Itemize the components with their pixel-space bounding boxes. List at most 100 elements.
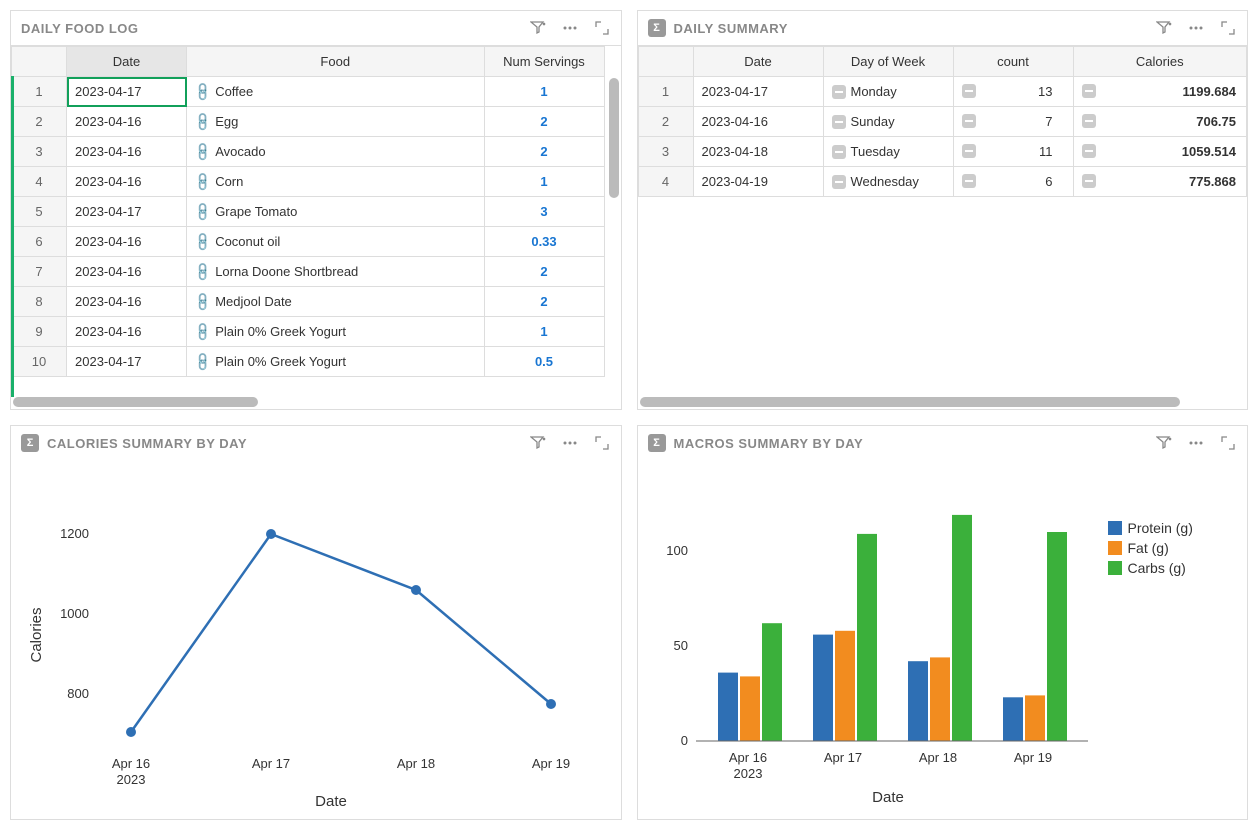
data-point[interactable] (266, 529, 276, 539)
bar-carbs[interactable] (857, 534, 877, 741)
col-calories[interactable]: Calories (1073, 47, 1247, 77)
table-row[interactable]: 72023-04-16🔗Lorna Doone Shortbread2 (12, 257, 621, 287)
cell-food[interactable]: 🔗Plain 0% Greek Yogurt (187, 317, 485, 347)
cell-dow[interactable]: Wednesday (823, 167, 953, 197)
cell-servings[interactable]: 2 (484, 287, 604, 317)
data-point[interactable] (411, 585, 421, 595)
table-row[interactable]: 102023-04-17🔗Plain 0% Greek Yogurt0.5 (12, 347, 621, 377)
cell-date[interactable]: 2023-04-19 (693, 167, 823, 197)
cell-count[interactable]: 6 (953, 167, 1073, 197)
bar-fat[interactable] (930, 657, 950, 741)
horizontal-scrollbar[interactable] (640, 397, 1180, 407)
cell-food[interactable]: 🔗Corn (187, 167, 485, 197)
macros-bar-chart[interactable]: 0 50 100 Apr 16 2023 Apr 17 Apr 18 Apr 1… (638, 460, 1248, 820)
bar-protein[interactable] (813, 635, 833, 741)
cell-food[interactable]: 🔗Grape Tomato (187, 197, 485, 227)
bar-carbs[interactable] (1047, 532, 1067, 741)
cell-date[interactable]: 2023-04-17 (67, 347, 187, 377)
cell-date[interactable]: 2023-04-17 (693, 77, 823, 107)
cell-servings[interactable]: 0.5 (484, 347, 604, 377)
more-icon[interactable] (1187, 19, 1205, 37)
expand-icon[interactable] (593, 19, 611, 37)
expand-icon[interactable] (1219, 19, 1237, 37)
cell-date[interactable]: 2023-04-16 (67, 167, 187, 197)
more-icon[interactable] (561, 434, 579, 452)
summary-table[interactable]: Date Day of Week count Calories 12023-04… (638, 45, 1248, 409)
data-point[interactable] (126, 727, 136, 737)
cell-date[interactable]: 2023-04-17 (67, 77, 187, 107)
horizontal-scrollbar[interactable] (13, 397, 258, 407)
col-date[interactable]: Date (693, 47, 823, 77)
bar-protein[interactable] (718, 673, 738, 741)
filter-icon[interactable] (529, 434, 547, 452)
cell-count[interactable]: 7 (953, 107, 1073, 137)
cell-servings[interactable]: 0.33 (484, 227, 604, 257)
cell-calories[interactable]: 775.868 (1073, 167, 1247, 197)
bar-protein[interactable] (1003, 697, 1023, 741)
filter-icon[interactable] (529, 19, 547, 37)
cell-servings[interactable]: 3 (484, 197, 604, 227)
cell-food[interactable]: 🔗Plain 0% Greek Yogurt (187, 347, 485, 377)
cell-date[interactable]: 2023-04-18 (693, 137, 823, 167)
bar-fat[interactable] (1025, 695, 1045, 741)
table-row[interactable]: 42023-04-16🔗Corn1 (12, 167, 621, 197)
bar-fat[interactable] (740, 676, 760, 741)
legend-item-protein[interactable]: Protein (g) (1108, 520, 1193, 536)
cell-calories[interactable]: 1059.514 (1073, 137, 1247, 167)
table-row[interactable]: 52023-04-17🔗Grape Tomato3 (12, 197, 621, 227)
table-row[interactable]: 32023-04-18Tuesday111059.514 (638, 137, 1247, 167)
legend-item-fat[interactable]: Fat (g) (1108, 540, 1193, 556)
col-date[interactable]: Date (67, 47, 187, 77)
expand-icon[interactable] (593, 434, 611, 452)
cell-servings[interactable]: 1 (484, 317, 604, 347)
table-row[interactable]: 82023-04-16🔗Medjool Date2 (12, 287, 621, 317)
expand-icon[interactable] (1219, 434, 1237, 452)
cell-date[interactable]: 2023-04-16 (67, 287, 187, 317)
food-log-table[interactable]: Date Food Num Servings 12023-04-17🔗Coffe… (11, 45, 621, 409)
col-food[interactable]: Food (187, 47, 485, 77)
data-point[interactable] (546, 699, 556, 709)
col-count[interactable]: count (953, 47, 1073, 77)
table-row[interactable]: 22023-04-16🔗Egg2 (12, 107, 621, 137)
cell-count[interactable]: 13 (953, 77, 1073, 107)
cell-servings[interactable]: 2 (484, 257, 604, 287)
vertical-scrollbar[interactable] (609, 78, 619, 198)
cell-dow[interactable]: Sunday (823, 107, 953, 137)
filter-icon[interactable] (1155, 19, 1173, 37)
filter-icon[interactable] (1155, 434, 1173, 452)
more-icon[interactable] (561, 19, 579, 37)
col-dow[interactable]: Day of Week (823, 47, 953, 77)
table-row[interactable]: 92023-04-16🔗Plain 0% Greek Yogurt1 (12, 317, 621, 347)
more-icon[interactable] (1187, 434, 1205, 452)
table-row[interactable]: 62023-04-16🔗Coconut oil0.33 (12, 227, 621, 257)
table-row[interactable]: 32023-04-16🔗Avocado2 (12, 137, 621, 167)
cell-calories[interactable]: 706.75 (1073, 107, 1247, 137)
cell-date[interactable]: 2023-04-16 (67, 317, 187, 347)
cell-food[interactable]: 🔗Lorna Doone Shortbread (187, 257, 485, 287)
cell-date[interactable]: 2023-04-17 (67, 197, 187, 227)
cell-food[interactable]: 🔗Coffee (187, 77, 485, 107)
legend-item-carbs[interactable]: Carbs (g) (1108, 560, 1193, 576)
cell-servings[interactable]: 1 (484, 167, 604, 197)
cell-food[interactable]: 🔗Avocado (187, 137, 485, 167)
cell-date[interactable]: 2023-04-16 (693, 107, 823, 137)
table-row[interactable]: 12023-04-17🔗Coffee1 (12, 77, 621, 107)
calories-line-chart[interactable]: Calories 1200 1000 800 Apr 16 2023 Apr 1… (11, 460, 621, 820)
cell-servings[interactable]: 2 (484, 107, 604, 137)
cell-count[interactable]: 11 (953, 137, 1073, 167)
cell-food[interactable]: 🔗Egg (187, 107, 485, 137)
cell-dow[interactable]: Tuesday (823, 137, 953, 167)
table-row[interactable]: 22023-04-16Sunday7706.75 (638, 107, 1247, 137)
cell-date[interactable]: 2023-04-16 (67, 107, 187, 137)
cell-date[interactable]: 2023-04-16 (67, 257, 187, 287)
cell-servings[interactable]: 2 (484, 137, 604, 167)
bar-carbs[interactable] (762, 623, 782, 741)
table-row[interactable]: 12023-04-17Monday131199.684 (638, 77, 1247, 107)
cell-calories[interactable]: 1199.684 (1073, 77, 1247, 107)
cell-food[interactable]: 🔗Coconut oil (187, 227, 485, 257)
bar-carbs[interactable] (952, 515, 972, 741)
cell-food[interactable]: 🔗Medjool Date (187, 287, 485, 317)
cell-dow[interactable]: Monday (823, 77, 953, 107)
bar-fat[interactable] (835, 631, 855, 741)
col-servings[interactable]: Num Servings (484, 47, 604, 77)
